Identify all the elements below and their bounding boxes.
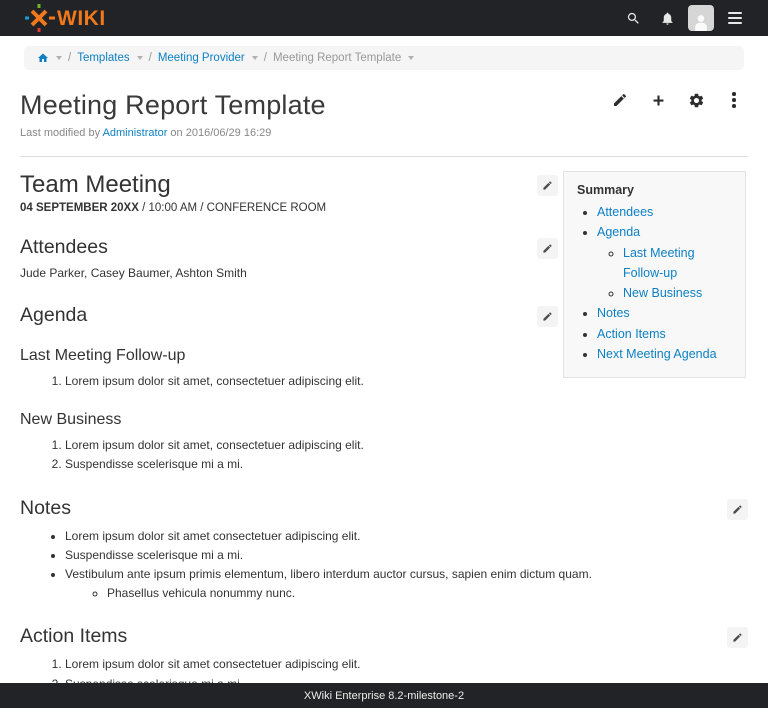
doc-title-row: Team Meeting xyxy=(20,157,558,199)
breadcrumb-item-templates[interactable]: Templates xyxy=(77,52,129,64)
edit-section-button[interactable] xyxy=(537,175,558,196)
notes-heading-row: Notes xyxy=(20,475,748,520)
top-navbar: WIKI xyxy=(0,0,768,36)
notifications-button[interactable] xyxy=(650,3,684,33)
edit-section-button[interactable] xyxy=(727,627,748,648)
attendees-heading-row: Attendees xyxy=(20,214,558,259)
edit-section-button[interactable] xyxy=(537,306,558,327)
more-actions-button[interactable] xyxy=(722,88,746,112)
list-item: Lorem ipsum dolor sit amet consectetuer … xyxy=(65,527,748,546)
list-item: Suspendisse scelerisque mi a mi. xyxy=(65,546,748,565)
pencil-icon xyxy=(732,504,743,515)
toc-link-next-meeting[interactable]: Next Meeting Agenda xyxy=(597,347,717,361)
edit-section-button[interactable] xyxy=(537,238,558,259)
pencil-icon xyxy=(542,180,553,191)
breadcrumb-item-meeting-provider[interactable]: Meeting Provider xyxy=(158,52,245,64)
modified-user-link[interactable]: Administrator xyxy=(103,127,168,139)
avatar xyxy=(688,5,714,31)
action-items-heading-row: Action Items xyxy=(20,603,748,648)
list-item: Attendees xyxy=(597,202,737,222)
list-item: New Business xyxy=(623,283,737,303)
list-item: Last Meeting Follow-up xyxy=(623,243,737,284)
xwiki-page: WIKI xyxy=(0,0,768,708)
pencil-icon xyxy=(732,632,743,643)
list-item: Lorem ipsum dolor sit amet, consectetuer… xyxy=(65,436,748,455)
toc-link-new-business[interactable]: New Business xyxy=(623,286,702,300)
list-item: Notes xyxy=(597,303,737,323)
pencil-icon xyxy=(542,243,553,254)
breadcrumb-separator: / xyxy=(68,52,71,64)
agenda-heading: Agenda xyxy=(20,304,87,327)
note-text: Vestibulum ante ipsum primis elementum, … xyxy=(65,567,592,581)
plus-icon xyxy=(650,92,667,109)
toc-link-notes[interactable]: Notes xyxy=(597,306,630,320)
doc-title: Team Meeting xyxy=(20,171,171,199)
pencil-icon xyxy=(612,92,628,108)
bell-icon xyxy=(660,11,675,26)
agenda-heading-row: Agenda xyxy=(20,282,558,327)
list-item: Action Items xyxy=(597,324,737,344)
toc-link-attendees[interactable]: Attendees xyxy=(597,205,653,219)
drawer-menu-button[interactable] xyxy=(718,3,752,33)
search-button[interactable] xyxy=(616,3,650,33)
new-business-heading: New Business xyxy=(20,411,748,429)
modified-connector: on xyxy=(170,127,182,139)
list-item: Phasellus vehicula nonummy nunc. xyxy=(107,584,748,603)
meeting-time-location: / 10:00 AM / CONFERENCE ROOM xyxy=(139,202,326,214)
user-menu-button[interactable] xyxy=(684,3,718,33)
modified-prefix: Last modified by xyxy=(20,127,100,139)
notes-sublist: Phasellus vehicula nonummy nunc. xyxy=(65,584,748,603)
document-content: Summary Attendees Agenda Last Meeting Fo… xyxy=(0,157,768,708)
kebab-vertical-icon xyxy=(732,92,736,108)
list-item: Agenda Last Meeting Follow-up New Busine… xyxy=(597,222,737,303)
modified-datetime: 2016/06/29 16:29 xyxy=(186,127,272,139)
page-actions xyxy=(608,88,746,112)
home-crumb[interactable] xyxy=(37,52,49,64)
last-modified-line: Last modified by Administrator on 2016/0… xyxy=(20,127,748,139)
breadcrumb-caret-icon[interactable] xyxy=(408,56,414,60)
new-business-list: Lorem ipsum dolor sit amet, consectetuer… xyxy=(20,436,748,474)
breadcrumb-caret-icon[interactable] xyxy=(137,56,143,60)
person-icon xyxy=(691,11,711,31)
toc-link-action-items[interactable]: Action Items xyxy=(597,327,666,341)
action-items-heading: Action Items xyxy=(20,625,127,648)
gear-icon xyxy=(688,92,705,109)
toc-link-agenda[interactable]: Agenda xyxy=(597,225,640,239)
xwiki-logo[interactable]: WIKI xyxy=(24,3,106,33)
hamburger-icon xyxy=(728,12,742,24)
breadcrumb-separator: / xyxy=(149,52,152,64)
home-icon xyxy=(37,52,49,64)
page-header: Meeting Report Template Last modified by… xyxy=(0,70,768,139)
meeting-date: 04 SEPTEMBER 20XX xyxy=(20,202,139,214)
pencil-icon xyxy=(542,311,553,322)
list-item: Next Meeting Agenda xyxy=(597,344,737,364)
breadcrumb-container: / Templates / Meeting Provider / Meeting… xyxy=(0,36,768,70)
create-page-button[interactable] xyxy=(646,88,670,112)
navbar-actions xyxy=(616,3,752,33)
toc-link-last-meeting[interactable]: Last Meeting Follow-up xyxy=(623,246,695,280)
version-text: XWiki Enterprise 8.2-milestone-2 xyxy=(304,690,464,702)
xwiki-x-logo-icon xyxy=(24,3,56,33)
brand-text: WIKI xyxy=(57,8,106,29)
notes-list: Lorem ipsum dolor sit amet consectetuer … xyxy=(20,527,748,604)
breadcrumb-caret-icon[interactable] xyxy=(252,56,258,60)
summary-list: Attendees Agenda Last Meeting Follow-up … xyxy=(597,202,737,364)
summary-title: Summary xyxy=(577,183,737,197)
home-crumb-caret-icon[interactable] xyxy=(56,56,62,60)
breadcrumb: / Templates / Meeting Provider / Meeting… xyxy=(24,46,744,70)
notes-heading: Notes xyxy=(20,497,71,520)
list-item: Suspendisse scelerisque mi a mi. xyxy=(65,455,748,474)
version-bar: XWiki Enterprise 8.2-milestone-2 xyxy=(0,683,768,708)
list-item: Vestibulum ante ipsum primis elementum, … xyxy=(65,565,748,603)
search-icon xyxy=(626,11,641,26)
edit-section-button[interactable] xyxy=(727,499,748,520)
list-item: Lorem ipsum dolor sit amet consectetuer … xyxy=(65,655,748,674)
settings-button[interactable] xyxy=(684,88,708,112)
breadcrumb-separator: / xyxy=(264,52,267,64)
breadcrumb-item-current: Meeting Report Template xyxy=(273,52,401,64)
attendees-heading: Attendees xyxy=(20,236,108,259)
edit-page-button[interactable] xyxy=(608,88,632,112)
summary-panel: Summary Attendees Agenda Last Meeting Fo… xyxy=(563,171,746,378)
summary-sublist: Last Meeting Follow-up New Business xyxy=(623,243,737,304)
